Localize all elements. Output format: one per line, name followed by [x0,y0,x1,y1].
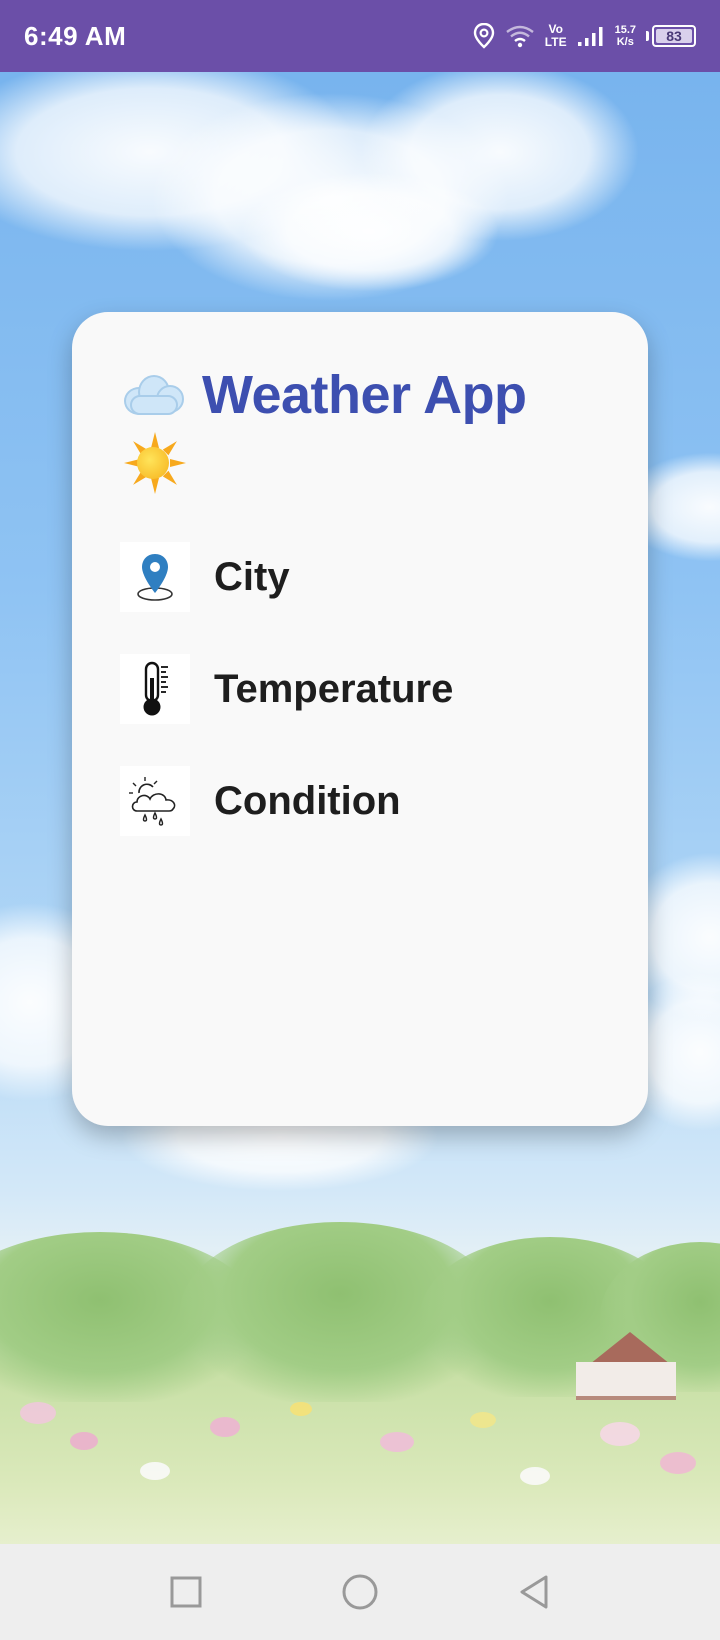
temperature-row: Temperature [120,654,453,724]
network-speed-value: 15.7 [614,24,636,36]
battery-icon: 83 [646,25,696,47]
condition-row: Condition [120,766,401,836]
signal-icon [577,27,603,46]
city-row: City [120,542,290,612]
cloud-emoji-icon [120,373,186,417]
house-illustration [570,1332,680,1400]
location-icon [473,23,494,49]
home-circle-icon[interactable] [338,1570,382,1614]
volte-icon: Vo LTE [544,22,567,49]
partly-cloudy-rain-icon [120,766,190,836]
back-triangle-icon[interactable] [512,1570,556,1614]
app-title: Weather App [202,365,527,425]
network-speed: 15.7 K/s [615,24,636,48]
city-label: City [214,554,290,599]
sun-emoji-icon [120,430,186,496]
status-time: 6:49 AM [24,20,127,51]
status-bar: 6:49 AM Vo LTE 15.7 K/s 83 [0,0,720,72]
thermometer-icon [120,654,190,724]
battery-level: 83 [656,28,692,44]
wifi-icon [506,25,534,48]
weather-card: Weather App City Temperature Condition [72,312,648,1126]
location-pin-icon [120,542,190,612]
recents-square-icon[interactable] [164,1570,208,1614]
condition-label: Condition [214,778,401,823]
card-title: Weather App [120,364,620,496]
network-speed-unit: K/s [616,36,634,48]
navigation-bar [0,1544,720,1640]
status-icons: Vo LTE 15.7 K/s 83 [473,23,696,49]
temperature-label: Temperature [214,666,454,711]
